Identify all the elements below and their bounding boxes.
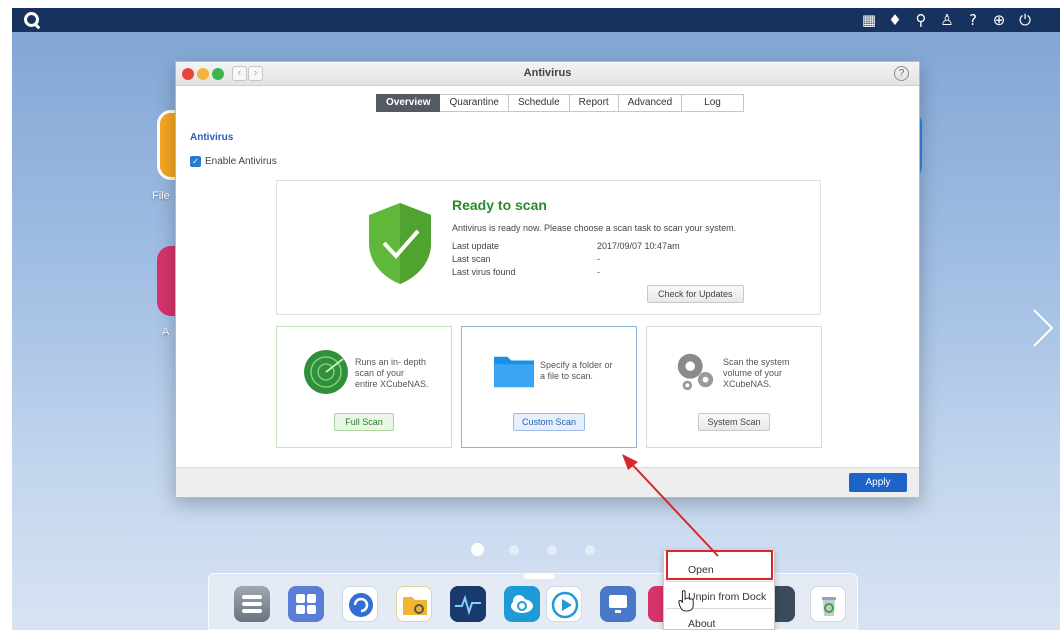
full-scan-desc-line: scan of your <box>355 368 405 378</box>
context-menu-about[interactable]: About <box>688 618 715 630</box>
custom-scan-button[interactable]: Custom Scan <box>513 413 585 431</box>
control-panel-glyph-icon <box>242 595 262 613</box>
open-highlight-box <box>666 550 773 580</box>
qnap-logo-icon[interactable] <box>24 12 39 27</box>
tab-report[interactable]: Report <box>569 94 619 112</box>
control-panel-icon[interactable] <box>234 586 270 622</box>
custom-scan-card[interactable]: Specify a folder or a file to scan. Cust… <box>461 326 637 448</box>
tab-bar: Overview Quarantine Schedule Report Adva… <box>376 94 744 112</box>
system-scan-desc-line: volume of your <box>723 368 783 378</box>
system-scan-desc-line: XCubeNAS. <box>723 379 772 389</box>
status-title: Ready to scan <box>452 197 547 213</box>
desktop: ▦ ♦ ⚲ ♙ ? ⊕ ⏻ File A r ‹ › Antivirus ? O… <box>12 8 1060 630</box>
window-help-button[interactable]: ? <box>894 66 909 81</box>
last-scan-value: - <box>597 254 600 264</box>
app-center-icon[interactable] <box>288 586 324 622</box>
tab-log[interactable]: Log <box>682 94 744 112</box>
last-update-value: 2017/09/07 10:47am <box>597 241 680 251</box>
apply-button[interactable]: Apply <box>849 473 907 492</box>
tab-overview[interactable]: Overview <box>376 94 441 112</box>
backup-glyph-icon <box>349 593 373 617</box>
check-updates-button[interactable]: Check for Updates <box>647 285 744 303</box>
recycle-bin-glyph-icon <box>822 597 836 616</box>
user-icon[interactable]: ♙ <box>938 10 956 30</box>
custom-scan-desc-line: Specify a folder or <box>540 360 613 370</box>
page-dot-3[interactable] <box>547 545 557 555</box>
desktop-label-a: A <box>162 326 170 338</box>
window-titlebar: ‹ › Antivirus ? <box>176 62 919 86</box>
top-bar: ▦ ♦ ⚲ ♙ ? ⊕ ⏻ <box>12 8 1060 32</box>
folder-icon <box>494 356 534 388</box>
recycle-bin-icon[interactable] <box>810 586 846 622</box>
dock-handle[interactable] <box>524 574 554 579</box>
vpn-icon[interactable] <box>600 586 636 622</box>
tab-quarantine[interactable]: Quarantine <box>440 94 509 112</box>
backup-icon[interactable] <box>342 586 378 622</box>
system-scan-card[interactable]: Scan the system volume of your XCubeNAS.… <box>646 326 822 448</box>
custom-scan-description: Specify a folder or a file to scan. <box>540 360 613 382</box>
page-dot-1[interactable] <box>471 543 484 556</box>
file-manager-glyph-icon <box>403 597 427 615</box>
context-menu-unpin[interactable]: Unpin from Dock <box>688 591 766 603</box>
vpn-glyph-icon <box>609 595 627 613</box>
storage-icon[interactable] <box>775 586 795 622</box>
resource-monitor-glyph-icon <box>455 594 481 616</box>
enable-antivirus-row[interactable]: ✓ Enable Antivirus <box>190 156 277 167</box>
gears-icon <box>677 353 714 391</box>
antivirus-window: ‹ › Antivirus ? Overview Quarantine Sche… <box>175 61 920 498</box>
cloud-sync-icon[interactable] <box>504 586 540 622</box>
media-player-glyph-icon <box>551 591 579 619</box>
file-manager-icon[interactable] <box>396 586 432 622</box>
media-player-icon[interactable] <box>546 586 582 622</box>
window-footer: Apply <box>176 467 919 497</box>
cloud-sync-glyph-icon <box>511 595 533 613</box>
globe-icon[interactable]: ⊕ <box>990 10 1008 30</box>
search-icon[interactable]: ⚲ <box>912 10 930 30</box>
resource-monitor-icon[interactable] <box>450 586 486 622</box>
tab-advanced[interactable]: Advanced <box>618 94 683 112</box>
system-scan-desc-line: Scan the system <box>723 357 790 367</box>
bell-icon[interactable]: ♦ <box>886 10 904 30</box>
context-menu-divider <box>666 581 773 582</box>
last-scan-label: Last scan <box>452 254 491 264</box>
page-dot-2[interactable] <box>509 545 519 555</box>
full-scan-button[interactable]: Full Scan <box>334 413 394 431</box>
enable-antivirus-checkbox[interactable]: ✓ <box>190 156 201 167</box>
window-title: Antivirus <box>523 67 572 79</box>
power-icon[interactable]: ⏻ <box>1016 10 1034 30</box>
full-scan-desc-line: entire XCubeNAS. <box>355 379 429 389</box>
system-scan-description: Scan the system volume of your XCubeNAS. <box>723 357 790 390</box>
full-scan-desc-line: Runs an in- depth <box>355 357 427 367</box>
status-description: Antivirus is ready now. Please choose a … <box>452 223 737 233</box>
last-virus-label: Last virus found <box>452 267 516 277</box>
hand-cursor-icon <box>678 590 694 612</box>
app-center-glyph-icon <box>296 594 316 614</box>
enable-antivirus-label: Enable Antivirus <box>205 156 277 167</box>
status-card: Ready to scan Antivirus is ready now. Pl… <box>276 180 821 315</box>
shield-check-icon <box>369 203 431 284</box>
full-scan-description: Runs an in- depth scan of your entire XC… <box>355 357 429 390</box>
apps-icon[interactable]: ▦ <box>860 10 878 30</box>
desktop-label-file: File <box>152 190 170 202</box>
help-icon[interactable]: ? <box>964 10 982 30</box>
radar-icon <box>304 350 348 394</box>
full-scan-card[interactable]: Runs an in- depth scan of your entire XC… <box>276 326 452 448</box>
tab-schedule[interactable]: Schedule <box>508 94 570 112</box>
next-page-arrow-icon[interactable] <box>1030 308 1056 348</box>
page-dot-4[interactable] <box>585 545 595 555</box>
system-scan-button[interactable]: System Scan <box>698 413 770 431</box>
custom-scan-desc-line: a file to scan. <box>540 371 594 381</box>
section-title: Antivirus <box>190 132 234 143</box>
last-update-label: Last update <box>452 241 500 251</box>
last-virus-value: - <box>597 267 600 277</box>
